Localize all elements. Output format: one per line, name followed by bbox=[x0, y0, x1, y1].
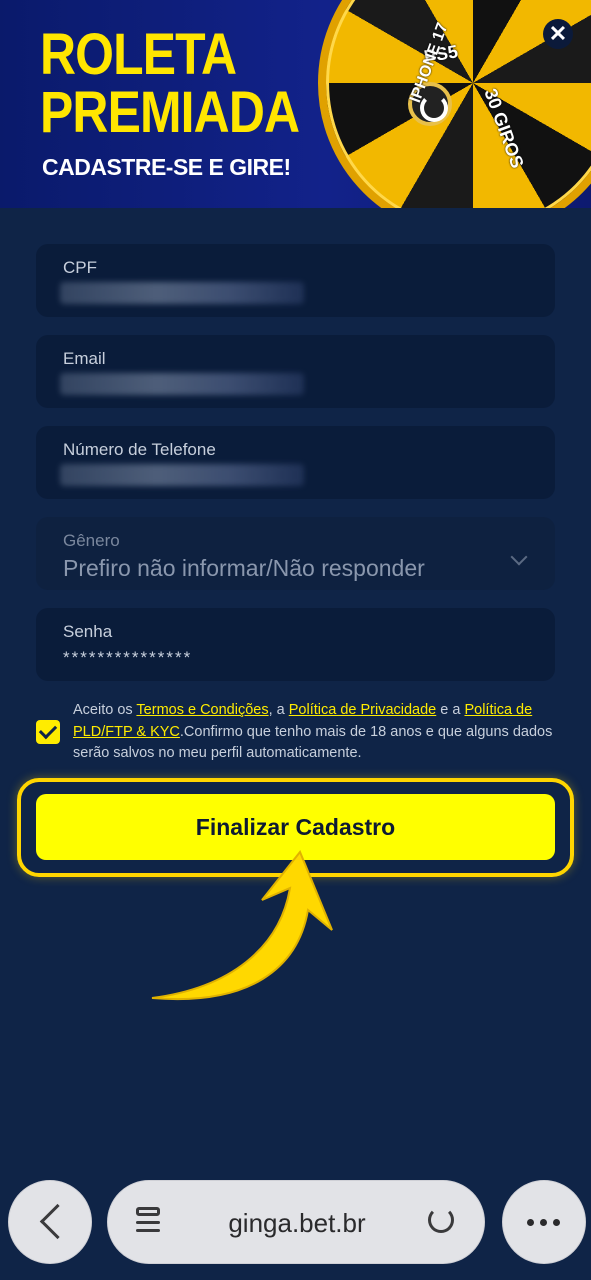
gender-select[interactable]: Gênero Prefiro não informar/Não responde… bbox=[36, 517, 555, 590]
reload-icon[interactable] bbox=[428, 1207, 454, 1233]
close-icon: ✕ bbox=[548, 21, 568, 46]
phone-label: Número de Telefone bbox=[63, 440, 216, 459]
email-field[interactable]: Email bbox=[36, 335, 555, 408]
address-bar[interactable]: ginga.bet.br bbox=[107, 1180, 485, 1264]
terms-checkbox[interactable] bbox=[36, 720, 60, 744]
password-value: *************** bbox=[63, 648, 193, 667]
email-label: Email bbox=[63, 349, 106, 368]
ellipsis-icon bbox=[527, 1219, 566, 1228]
terms-sep: , a bbox=[268, 702, 289, 718]
phone-value-redacted bbox=[60, 464, 304, 486]
password-label: Senha bbox=[63, 622, 113, 641]
close-button[interactable]: ✕ bbox=[543, 19, 573, 49]
email-value-redacted bbox=[60, 373, 304, 395]
more-options-button[interactable] bbox=[502, 1180, 586, 1264]
chevron-down-icon bbox=[510, 548, 528, 566]
terms-link[interactable]: Termos e Condições bbox=[136, 702, 268, 718]
gender-value: Prefiro não informar/Não responder bbox=[63, 555, 425, 581]
back-button[interactable] bbox=[8, 1180, 92, 1264]
terms-text: Aceito os Termos e Condições, a Política… bbox=[73, 700, 555, 765]
banner-subtitle: CADASTRE-SE E GIRE! bbox=[42, 154, 291, 180]
promo-banner[interactable]: PS5 IPHONE 17 30 GIROS ROLETA PREMIADA C… bbox=[0, 0, 591, 208]
pointer-arrow-icon bbox=[151, 850, 333, 1000]
terms-sep: e a bbox=[436, 702, 465, 718]
terms-prefix: Aceito os bbox=[73, 702, 137, 718]
phone-field[interactable]: Número de Telefone bbox=[36, 426, 555, 499]
cpf-value-redacted bbox=[60, 282, 304, 304]
cpf-label: CPF bbox=[63, 258, 97, 277]
banner-title: ROLETA PREMIADA bbox=[40, 22, 300, 145]
password-field[interactable]: Senha *************** bbox=[36, 608, 555, 681]
privacy-link[interactable]: Política de Privacidade bbox=[289, 702, 437, 718]
browser-toolbar: ginga.bet.br bbox=[0, 1160, 591, 1280]
gender-label: Gênero bbox=[63, 531, 120, 550]
cpf-field[interactable]: CPF bbox=[36, 244, 555, 317]
